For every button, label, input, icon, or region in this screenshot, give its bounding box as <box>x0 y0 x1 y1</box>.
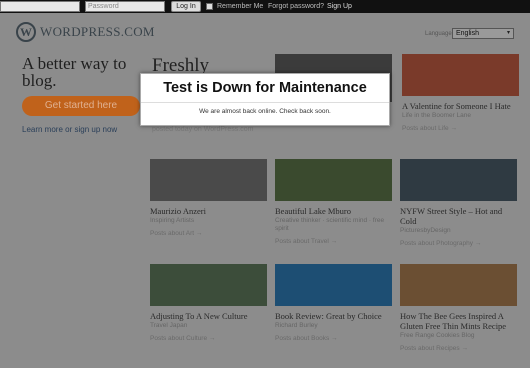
post-author[interactable]: Life in the Boomer Lane <box>402 112 519 120</box>
post-author[interactable]: Richard Burley <box>275 322 392 330</box>
language-value: English <box>456 30 479 37</box>
list-item[interactable]: A Valentine for Someone I Hate Life in t… <box>402 54 519 133</box>
sign-up-now-link[interactable]: sign up now <box>75 125 118 134</box>
password-input[interactable]: Password <box>85 1 165 12</box>
post-thumbnail[interactable] <box>275 264 392 306</box>
post-author[interactable]: Inspiring Artists <box>150 217 267 225</box>
arrow-right-icon: → <box>331 335 338 342</box>
logo-text: WordPress.com <box>40 24 155 39</box>
post-title[interactable]: A Valentine for Someone I Hate <box>402 101 519 111</box>
post-author[interactable]: Travel Japan <box>150 322 267 330</box>
list-item[interactable]: Beautiful Lake Mburo Creative thinker · … <box>275 159 392 246</box>
language-select[interactable]: English ▾ <box>452 28 514 39</box>
post-title[interactable]: How The Bee Gees Inspired A Gluten Free … <box>400 311 517 331</box>
chevron-down-icon: ▾ <box>506 30 510 36</box>
post-author[interactable]: PicturesbyDesign <box>400 227 517 235</box>
list-item[interactable]: How The Bee Gees Inspired A Gluten Free … <box>400 264 517 353</box>
arrow-right-icon: → <box>195 230 203 237</box>
posts-about-link[interactable]: Posts about Culture → <box>150 335 267 343</box>
post-thumbnail[interactable] <box>150 264 267 306</box>
post-title[interactable]: NYFW Street Style – Hot and Cold <box>400 206 517 226</box>
posts-about-link[interactable]: Posts about Art → <box>150 230 267 238</box>
arrow-right-icon: → <box>474 240 482 247</box>
learn-more-line: Learn more or sign up now <box>22 125 117 134</box>
posts-about-link[interactable]: Posts about Travel → <box>275 238 392 246</box>
learn-more-link[interactable]: Learn more <box>22 125 63 134</box>
post-thumbnail[interactable] <box>150 159 267 201</box>
posts-about-link[interactable]: Posts about Recipes → <box>400 345 517 353</box>
maintenance-title: Test is Down for Maintenance <box>163 80 367 96</box>
or-text: or <box>65 125 73 134</box>
page-subtitle: posted today on WordPress.com <box>152 126 254 133</box>
remember-me-checkbox[interactable] <box>206 3 213 10</box>
post-thumbnail[interactable] <box>400 159 517 201</box>
posts-about-link[interactable]: Posts about Books → <box>275 335 392 343</box>
maintenance-dialog: Test is Down for Maintenance We are almo… <box>140 73 390 126</box>
post-thumbnail[interactable] <box>275 159 392 201</box>
post-thumbnail[interactable] <box>400 264 517 306</box>
list-item[interactable]: Adjusting To A New Culture Travel Japan … <box>150 264 267 343</box>
remember-me-label: Remember Me <box>217 3 264 10</box>
login-button[interactable]: Log In <box>171 1 201 12</box>
forgot-password-link[interactable]: Forgot password? <box>268 2 324 11</box>
posts-about-link[interactable]: Posts about Life → <box>402 125 519 133</box>
arrow-right-icon: → <box>450 125 457 132</box>
sign-up-link[interactable]: Sign Up <box>327 2 352 11</box>
dialog-divider <box>141 102 389 103</box>
arrow-right-icon: → <box>208 335 216 342</box>
post-author[interactable]: Free Range Cookies Blog <box>400 332 517 340</box>
posts-about-link[interactable]: Posts about Photography → <box>400 240 517 248</box>
language-label: Language: <box>425 31 454 37</box>
post-thumbnail[interactable] <box>402 54 519 96</box>
arrow-right-icon: → <box>461 345 468 352</box>
list-item[interactable]: Maurizio Anzeri Inspiring Artists Posts … <box>150 159 267 238</box>
wordpress-logo-icon: W <box>16 22 36 42</box>
get-started-button[interactable]: Get started here <box>22 96 140 116</box>
maintenance-message: We are almost back online. Check back so… <box>199 108 331 115</box>
tagline: A better way to blog. <box>22 54 127 90</box>
login-bar: Password Log In Remember Me Forgot passw… <box>0 0 530 13</box>
list-item[interactable]: Book Review: Great by Choice Richard Bur… <box>275 264 392 343</box>
post-title[interactable]: Beautiful Lake Mburo <box>275 206 392 216</box>
post-author[interactable]: Creative thinker · scientific mind · fre… <box>275 217 392 233</box>
post-title[interactable]: Maurizio Anzeri <box>150 206 267 216</box>
arrow-right-icon: → <box>330 238 338 245</box>
post-title[interactable]: Book Review: Great by Choice <box>275 311 392 321</box>
wordpress-logo[interactable]: W WordPress.com <box>16 22 155 42</box>
username-input[interactable] <box>0 1 80 12</box>
post-title[interactable]: Adjusting To A New Culture <box>150 311 267 321</box>
list-item[interactable]: NYFW Street Style – Hot and Cold Picture… <box>400 159 517 248</box>
